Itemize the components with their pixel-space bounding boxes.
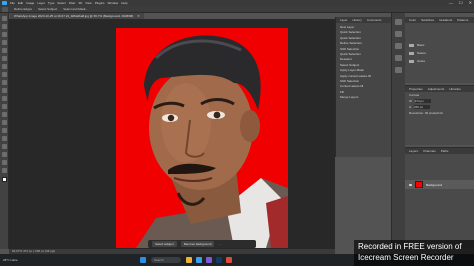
remove-background-button[interactable]: Remove background [180,241,215,247]
store-icon[interactable] [206,257,212,263]
eraser-tool-icon[interactable] [2,96,7,101]
tab-adjustments[interactable]: Adjustments [428,87,445,91]
weather-widget[interactable]: 28°C Haze [0,258,40,262]
history-list: New Layer Quick Selection Quick Selectio… [336,23,391,100]
brush-settings-icon[interactable] [395,31,402,37]
swatches-panel: Color Swatches Gradients Patterns Basic … [405,17,474,83]
contextual-task-bar: Select subject Remove background ··· [148,240,256,248]
photoshop-taskbar-icon[interactable] [216,257,222,263]
resolution-text: Resolution: 96 pixels/inch [409,111,444,116]
recorder-watermark: Recorded in FREE version of Icecream Scr… [354,240,474,266]
folder-icon [409,43,414,47]
select-and-mask-option[interactable]: Select and Mask... [63,7,88,11]
marquee-tool-icon[interactable] [2,24,7,29]
folder-row[interactable]: Basic [405,41,474,49]
folder-row[interactable]: Grass [405,57,474,65]
properties-panel: Properties Adjustments Libraries Canvas … [405,85,474,145]
width-field[interactable]: 474 px [414,99,431,104]
paragraph-icon[interactable] [395,55,402,61]
folder-label: Basic [417,43,425,47]
history-item[interactable]: Merge Layers [340,95,391,100]
folder-icon [409,59,414,63]
shape-tool-icon[interactable] [2,152,7,157]
height-field[interactable]: 266 px [414,105,431,110]
tools-panel [0,13,9,249]
more-options-icon[interactable]: ··· [218,242,221,246]
refine-edges-option[interactable]: Refine Edges [14,7,32,11]
tab-paths[interactable]: Paths [441,149,449,153]
hand-tool-icon[interactable] [2,160,7,165]
quick-selection-tool-icon[interactable] [2,40,7,45]
gradient-tool-icon[interactable] [2,104,7,109]
select-subject-button[interactable]: Select subject [152,241,177,247]
layer-row-background[interactable]: Background [405,180,474,189]
edge-browser-icon[interactable] [196,257,202,263]
history-icon[interactable] [395,19,402,25]
info-icon[interactable] [395,67,402,73]
tab-swatches[interactable]: Swatches [421,18,434,22]
healing-brush-tool-icon[interactable] [2,64,7,69]
close-tab-icon[interactable]: ✕ [137,14,140,18]
select-subject-option[interactable]: Select Subject [38,7,57,11]
folder-row[interactable]: Nature [405,49,474,57]
file-explorer-icon[interactable] [186,257,192,263]
tab-libraries[interactable]: Libraries [449,87,461,91]
history-brush-tool-icon[interactable] [2,88,7,93]
layer-name: Background [426,182,443,187]
tab-gradients[interactable]: Gradients [439,18,452,22]
tab-patterns[interactable]: Patterns [457,18,468,22]
width-label: W [409,99,412,103]
folder-label: Grass [417,59,426,63]
dodge-tool-icon[interactable] [2,120,7,125]
document-tab-title: WhatsApp Image 2023-10-25 at 16.07.24_9d… [14,14,134,18]
quick-selection-tool-icon[interactable] [2,6,8,12]
lasso-tool-icon[interactable] [2,32,7,37]
folder-icon [409,51,414,55]
status-text: 66.67% 474 px x 266 px (96 ppi) [12,249,56,253]
move-tool-icon[interactable] [2,16,7,21]
clone-stamp-tool-icon[interactable] [2,80,7,85]
taskbar-search[interactable]: Search [151,257,181,263]
type-tool-icon[interactable] [2,136,7,141]
brush-tool-icon[interactable] [2,72,7,77]
height-label: H [409,105,412,110]
portrait-image [116,28,288,248]
path-selection-tool-icon[interactable] [2,144,7,149]
chrome-icon[interactable] [226,257,232,263]
watermark-line-2: Icecream Screen Recorder [358,253,454,262]
character-icon[interactable] [395,43,402,49]
photoshop-logo-icon [2,1,7,5]
options-bar: Refine Edges Select Subject Select and M… [0,6,474,13]
tab-history[interactable]: History [353,18,362,22]
eyedropper-tool-icon[interactable] [2,56,7,61]
layers-panel-tabs: Layers Channels Paths [405,148,474,154]
tab-color[interactable]: Color [409,18,416,22]
tab-properties[interactable]: Properties [409,87,423,91]
pen-tool-icon[interactable] [2,128,7,133]
tab-comments[interactable]: Comments [367,18,382,22]
blur-tool-icon[interactable] [2,112,7,117]
tab-layers[interactable]: Layers [409,149,418,153]
windows-start-icon[interactable] [140,257,146,263]
zoom-tool-icon[interactable] [2,168,7,173]
tab-channels[interactable]: Channels [423,149,436,153]
visibility-eye-icon[interactable] [409,183,412,186]
crop-tool-icon[interactable] [2,48,7,53]
layers-panel: Layers Channels Paths Background [405,147,474,249]
folder-label: Nature [417,51,427,55]
tab-layer[interactable]: Layer [340,18,348,22]
foreground-color-swatch[interactable] [2,177,7,182]
document-photo[interactable] [116,28,288,248]
history-panel: Layer History Comments New Layer Quick S… [335,17,391,157]
panel-dock [391,13,405,249]
layer-thumbnail [415,181,423,188]
watermark-line-1: Recorded in FREE version of [358,242,462,251]
